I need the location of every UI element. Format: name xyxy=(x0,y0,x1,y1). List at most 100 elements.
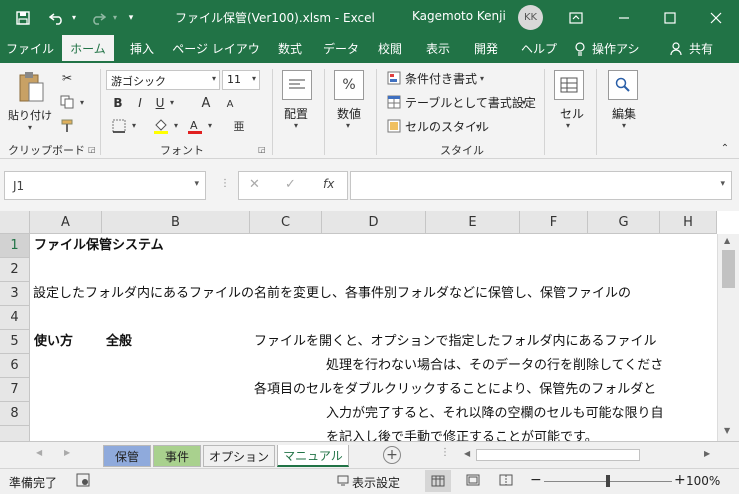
cell-d6[interactable]: 処理を行わない場合は、そのデータの行を削除してくださ xyxy=(326,354,717,378)
sheet-tab-options[interactable]: オプション xyxy=(203,445,275,467)
tab-splitter-icon[interactable]: ⋮ xyxy=(440,447,450,458)
horizontal-scroll-thumb[interactable] xyxy=(476,449,640,461)
number-format-icon[interactable]: % xyxy=(334,70,364,100)
font-size-select[interactable]: 11 ▾ xyxy=(222,70,260,90)
cells-dropdown-icon[interactable]: ▾ xyxy=(566,121,570,130)
formula-bar-splitter-icon[interactable]: ⋮ xyxy=(220,178,230,189)
cancel-icon[interactable]: ✕ xyxy=(249,177,260,192)
cell-d9[interactable]: を記入し後で手動で修正することが可能です。 xyxy=(326,426,717,441)
column-header-c[interactable]: C xyxy=(250,211,322,234)
conditional-format-dropdown-icon[interactable]: ▾ xyxy=(480,74,484,83)
name-box[interactable]: J1 ▾ xyxy=(4,171,206,200)
scroll-tabs-left-icon[interactable]: ◀ xyxy=(36,448,42,457)
vertical-scroll-thumb[interactable] xyxy=(722,250,735,288)
scroll-up-icon[interactable]: ▲ xyxy=(724,236,730,245)
font-color-icon[interactable]: A xyxy=(186,117,204,135)
column-header-h[interactable]: H xyxy=(660,211,717,234)
paste-dropdown-icon[interactable]: ▾ xyxy=(28,123,32,132)
maximize-icon[interactable] xyxy=(650,0,690,35)
customize-quick-access-icon[interactable]: ▾ xyxy=(124,0,138,35)
shrink-font-button[interactable]: A xyxy=(222,96,238,112)
tab-view[interactable]: 表示 xyxy=(418,35,458,63)
phonetic-icon[interactable]: 亜 xyxy=(230,117,248,135)
formula-input[interactable]: ▾ xyxy=(350,171,732,200)
cell-styles-icon[interactable] xyxy=(386,118,402,134)
horizontal-scrollbar[interactable]: ◀ ▶ xyxy=(460,447,715,463)
paste-icon[interactable] xyxy=(14,69,48,107)
underline-button[interactable]: U xyxy=(152,94,168,112)
paste-button[interactable]: 貼り付け xyxy=(8,107,52,123)
cells-icon[interactable] xyxy=(554,70,584,100)
avatar[interactable]: KK xyxy=(518,5,543,30)
tab-page-layout[interactable]: ページ レイアウト xyxy=(170,35,262,84)
conditional-format-icon[interactable] xyxy=(386,70,402,86)
grow-font-button[interactable]: A xyxy=(198,94,214,112)
cell-c5[interactable]: ファイルを開くと、オプションで指定したフォルダ内にあるファイル xyxy=(254,330,717,354)
row-header-9[interactable] xyxy=(0,426,30,441)
number-dropdown-icon[interactable]: ▾ xyxy=(346,121,350,130)
row-header-3[interactable]: 3 xyxy=(0,282,30,306)
font-name-select[interactable]: 游ゴシック ▾ xyxy=(106,70,220,90)
redo-icon[interactable] xyxy=(86,0,110,35)
undo-icon[interactable] xyxy=(44,0,70,35)
row-header-4[interactable]: 4 xyxy=(0,306,30,330)
collapse-ribbon-icon[interactable]: ⌃ xyxy=(718,141,732,155)
zoom-slider-thumb[interactable] xyxy=(606,475,610,487)
cell-d8[interactable]: 入力が完了すると、それ以降の空欄のセルも可能な限り自 xyxy=(326,402,717,426)
underline-dropdown-icon[interactable]: ▾ xyxy=(170,98,174,107)
copy-icon[interactable] xyxy=(58,93,76,111)
tab-developer[interactable]: 開発 xyxy=(466,35,506,63)
close-icon[interactable] xyxy=(696,0,736,35)
fill-color-icon[interactable] xyxy=(152,117,170,135)
user-name[interactable]: Kagemoto Kenji xyxy=(412,9,506,23)
display-settings-button[interactable]: 表示設定 xyxy=(352,474,400,491)
macro-record-icon[interactable] xyxy=(76,473,90,490)
zoom-in-button[interactable]: + xyxy=(674,472,686,488)
select-all-button[interactable] xyxy=(0,211,30,234)
chevron-down-icon[interactable]: ▾ xyxy=(194,179,199,189)
bold-button[interactable]: B xyxy=(110,94,126,112)
column-header-e[interactable]: E xyxy=(426,211,520,234)
alignment-button[interactable]: 配置 xyxy=(284,105,308,122)
search-icon[interactable] xyxy=(608,70,638,100)
minimize-icon[interactable] xyxy=(604,0,644,35)
italic-button[interactable]: I xyxy=(132,94,148,112)
display-settings-icon[interactable] xyxy=(337,474,349,489)
scroll-down-icon[interactable]: ▼ xyxy=(724,426,730,435)
scroll-right-icon[interactable]: ▶ xyxy=(704,449,710,458)
row-header-2[interactable]: 2 xyxy=(0,258,30,282)
insert-function-icon[interactable]: fx xyxy=(323,177,334,191)
tab-home[interactable]: ホーム xyxy=(62,35,114,63)
alignment-dropdown-icon[interactable]: ▾ xyxy=(294,121,298,130)
save-icon[interactable] xyxy=(10,0,36,35)
fill-color-dropdown-icon[interactable]: ▾ xyxy=(174,121,178,130)
format-as-table-dropdown-icon[interactable]: ▾ xyxy=(522,98,526,107)
vertical-scrollbar[interactable]: ▲ ▼ xyxy=(717,234,739,441)
share-button[interactable]: 共有 xyxy=(686,35,716,63)
tell-me-search[interactable]: 操作アシ xyxy=(592,35,654,63)
column-header-g[interactable]: G xyxy=(588,211,660,234)
clipboard-launcher-icon[interactable]: ◲ xyxy=(88,145,96,154)
sheet-tab-storage[interactable]: 保管 xyxy=(103,445,151,467)
sheet-tab-manual[interactable]: マニュアル xyxy=(277,445,349,467)
column-header-b[interactable]: B xyxy=(102,211,250,234)
format-as-table-icon[interactable] xyxy=(386,94,402,110)
editing-button[interactable]: 編集 xyxy=(612,105,636,122)
tab-insert[interactable]: 挿入 xyxy=(120,35,164,63)
cells-button[interactable]: セル xyxy=(560,105,584,122)
cell-a5[interactable]: 使い方 xyxy=(34,330,73,354)
cut-icon[interactable]: ✂ xyxy=(58,69,76,87)
cell-styles-dropdown-icon[interactable]: ▾ xyxy=(476,122,480,131)
font-color-dropdown-icon[interactable]: ▾ xyxy=(208,121,212,130)
number-button[interactable]: 数値 xyxy=(337,105,361,122)
row-header-7[interactable]: 7 xyxy=(0,378,30,402)
cell-a3[interactable]: 設定したフォルダ内にあるファイルの名前を変更し、各事件別フォルダなどに保管し、保… xyxy=(33,282,717,306)
ribbon-display-options-icon[interactable] xyxy=(562,0,590,35)
add-sheet-icon[interactable]: + xyxy=(383,446,401,464)
editing-dropdown-icon[interactable]: ▾ xyxy=(622,121,626,130)
lightbulb-icon[interactable] xyxy=(570,35,590,63)
conditional-format-button[interactable]: 条件付き書式 xyxy=(405,70,477,87)
enter-icon[interactable]: ✓ xyxy=(285,177,296,192)
zoom-level[interactable]: 100% xyxy=(686,474,720,488)
row-header-8[interactable]: 8 xyxy=(0,402,30,426)
